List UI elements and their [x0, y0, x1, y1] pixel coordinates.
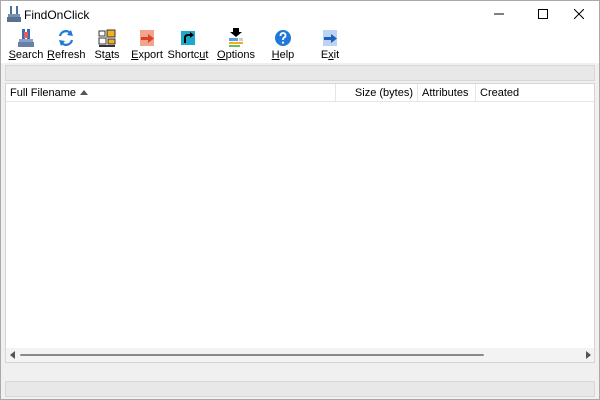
export-button[interactable]: Export: [129, 27, 165, 63]
options-icon: [226, 28, 246, 48]
exit-icon: [320, 28, 340, 48]
column-header-label: Full Filename: [10, 87, 77, 99]
refresh-label: Refresh: [47, 49, 86, 61]
help-label: Help: [271, 49, 295, 61]
title-bar[interactable]: FindOnClick: [1, 1, 599, 27]
shortcut-label: Shortcut: [167, 49, 209, 61]
options-button[interactable]: Options: [215, 27, 257, 63]
exit-button[interactable]: Exit: [313, 27, 347, 63]
search-label: Search: [8, 49, 44, 61]
window-title: FindOnClick: [24, 8, 90, 22]
stats-icon: [97, 28, 117, 48]
search-button[interactable]: Search: [7, 27, 45, 63]
help-button[interactable]: Help: [265, 27, 301, 63]
app-window: FindOnClick Search Refresh Stats Export …: [0, 0, 600, 400]
minimize-icon: [494, 13, 504, 15]
help-icon: [273, 28, 293, 48]
toolbar: Search Refresh Stats Export Shortcut Opt…: [1, 27, 599, 63]
stats-label: Stats: [94, 49, 120, 61]
column-header-label: Attributes: [422, 87, 469, 99]
shortcut-button[interactable]: Shortcut: [167, 27, 209, 63]
exit-label: Exit: [320, 49, 340, 61]
options-label: Options: [217, 49, 255, 61]
close-icon: [574, 9, 584, 19]
column-header-attributes[interactable]: Attributes: [418, 84, 476, 102]
findonclick-app-icon: [7, 6, 21, 22]
status-bar: [5, 381, 595, 397]
maximize-icon: [538, 9, 548, 19]
refresh-icon: [56, 28, 76, 48]
stats-button[interactable]: Stats: [89, 27, 125, 63]
shortcut-icon: [178, 28, 198, 48]
list-rows-area[interactable]: [6, 102, 594, 348]
refresh-button[interactable]: Refresh: [47, 27, 86, 63]
horizontal-scrollbar[interactable]: [6, 348, 594, 362]
search-icon: [16, 28, 36, 48]
column-header-size[interactable]: Size (bytes): [336, 84, 418, 102]
column-header-created[interactable]: Created: [476, 84, 594, 102]
column-header-label: Created: [480, 87, 520, 99]
export-label: Export: [131, 49, 163, 61]
export-icon: [137, 28, 157, 48]
results-list[interactable]: Full Filename Size (bytes) Attributes Cr…: [5, 83, 595, 363]
filter-strip: [5, 65, 595, 81]
sort-ascending-icon: [80, 90, 89, 95]
close-button[interactable]: [557, 1, 599, 27]
scrollbar-thumb[interactable]: [20, 354, 484, 356]
column-header-full-filename[interactable]: Full Filename: [6, 84, 336, 102]
minimize-button[interactable]: [477, 1, 521, 27]
list-header: Full Filename Size (bytes) Attributes Cr…: [6, 84, 594, 102]
column-header-label: Size (bytes): [354, 87, 413, 99]
scroll-right-arrow-icon[interactable]: [586, 351, 591, 359]
scroll-left-arrow-icon[interactable]: [10, 351, 15, 359]
